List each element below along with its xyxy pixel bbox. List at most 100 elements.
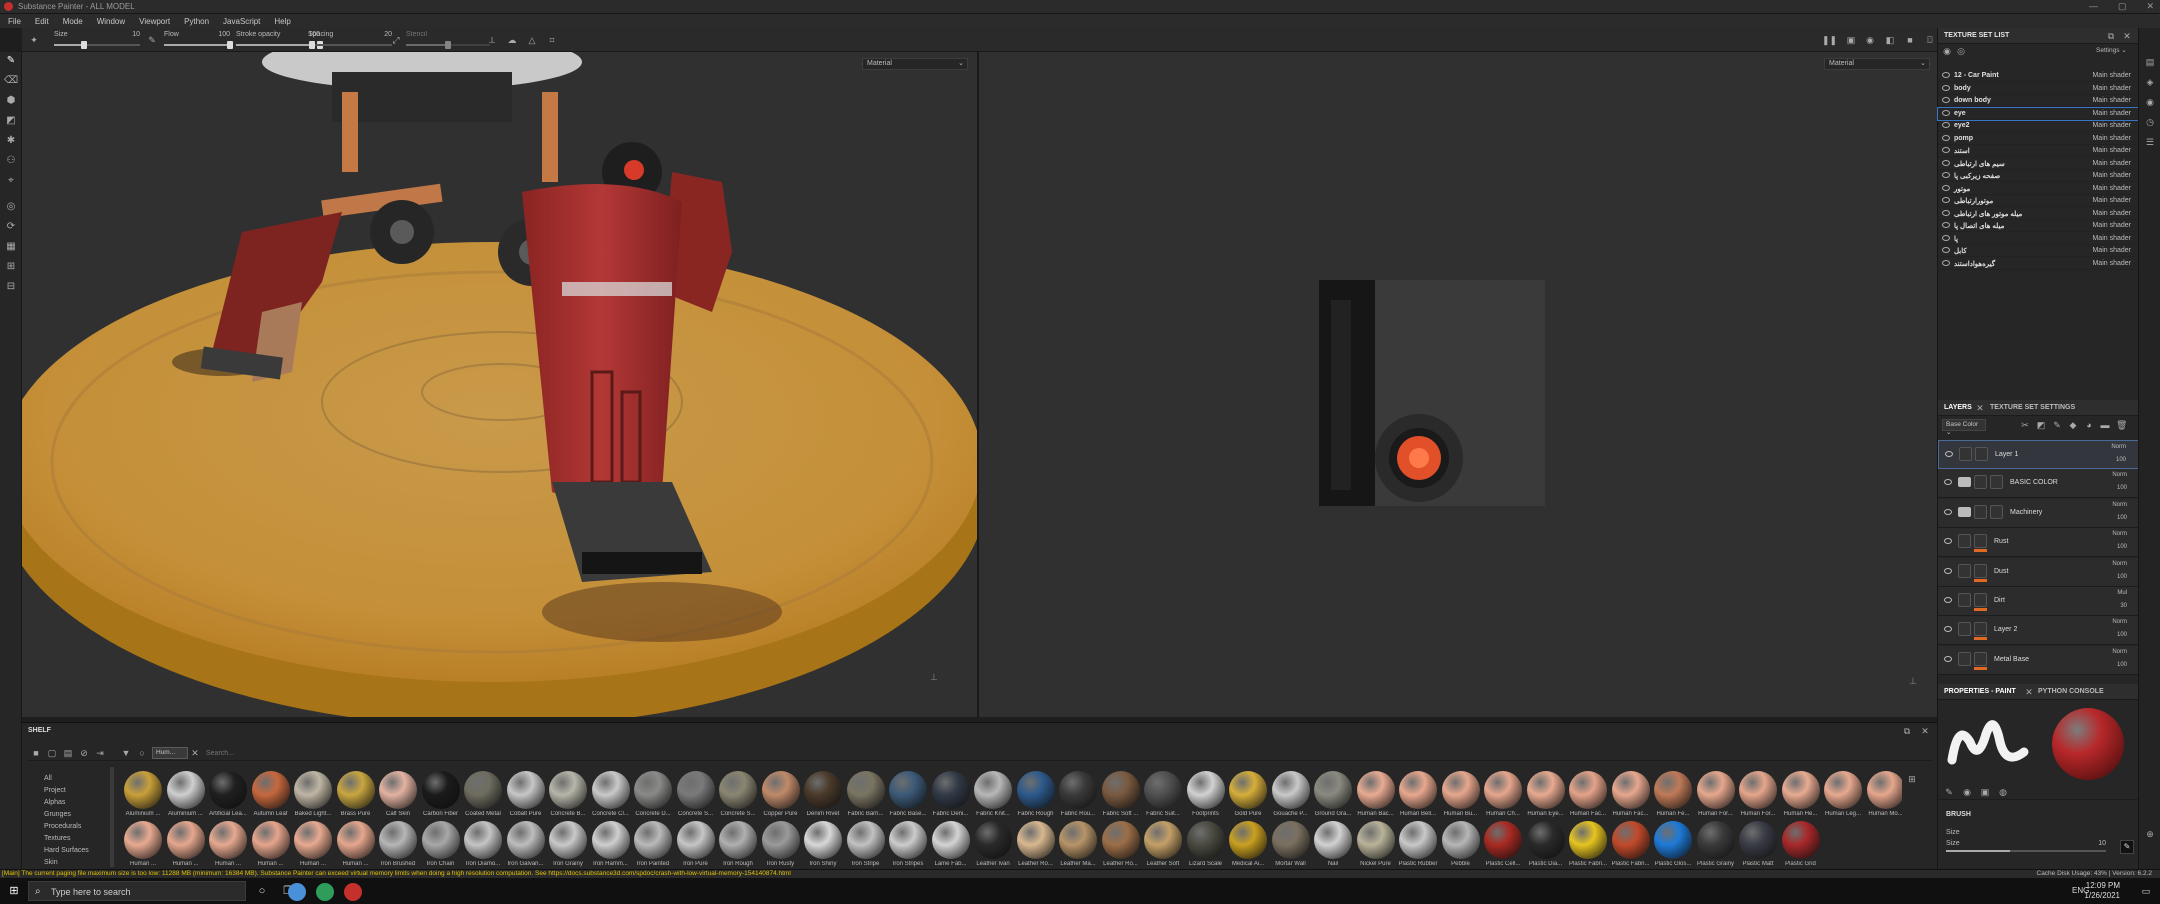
visibility-eye-icon[interactable]	[1942, 147, 1950, 153]
texture-set-row[interactable]: eye Main shader	[1937, 106, 2140, 121]
texture-set-row[interactable]: down body Main shader	[1938, 95, 2139, 107]
texture-set-row[interactable]: گیره‌هواداستند Main shader	[1938, 258, 2139, 270]
material-thumbnail[interactable]	[804, 821, 842, 859]
menu-edit[interactable]: Edit	[35, 17, 49, 26]
menu-help[interactable]: Help	[274, 17, 290, 26]
layer-opacity[interactable]: 30	[2120, 603, 2127, 609]
material-thumbnail[interactable]	[166, 771, 205, 809]
mirror-icon[interactable]: △	[526, 34, 538, 46]
material-thumbnail[interactable]	[506, 771, 545, 809]
material-thumbnail[interactable]	[294, 771, 332, 809]
layer-row[interactable]: Metal Base Norm 100	[1938, 645, 2139, 675]
material-thumbnail[interactable]	[1781, 771, 1820, 809]
material-thumbnail[interactable]	[1399, 771, 1437, 809]
material-thumbnail[interactable]	[676, 771, 715, 809]
shelf-close-icon[interactable]: ✕	[1920, 725, 1930, 737]
layer-row[interactable]: BASIC COLOR Norm 100	[1938, 469, 2139, 499]
delete-layer-icon[interactable]: 🗑	[2116, 419, 2127, 431]
layer-visibility-icon[interactable]	[1944, 567, 1952, 574]
material-thumbnail[interactable]	[1569, 821, 1607, 859]
material-thumbnail[interactable]	[1611, 821, 1650, 859]
panel-float-icon[interactable]: ⧉	[2106, 30, 2116, 42]
viewport-2d-channel-select[interactable]: Material ⌄	[1824, 58, 1930, 70]
import-icon[interactable]: ▤	[62, 747, 74, 759]
material-thumbnail[interactable]	[124, 771, 162, 809]
polygon-fill-tool-icon[interactable]: ◎	[4, 200, 18, 214]
close-window-button[interactable]: ✕	[2146, 1, 2154, 12]
geometry-mask-tool-icon[interactable]: ◩	[4, 114, 18, 128]
expand-panel-icon[interactable]: ⊕	[2144, 828, 2156, 840]
category-procedurals[interactable]: Procedurals	[34, 821, 134, 833]
add-fill-layer-icon[interactable]: ◆	[2068, 419, 2078, 431]
category-hard-surfaces[interactable]: Hard Surfaces	[34, 845, 134, 857]
texture-set-row[interactable]: کابل Main shader	[1938, 245, 2139, 257]
material-thumbnail[interactable]	[634, 821, 672, 859]
wrap-icon[interactable]: ⌗	[546, 34, 558, 46]
layer-row[interactable]: Machinery Norm 100	[1938, 498, 2139, 528]
stencil-tab-icon[interactable]: ▣	[1980, 786, 1990, 798]
material-thumbnail[interactable]	[761, 821, 800, 859]
texture-set-shader[interactable]: Main shader	[2092, 110, 2131, 117]
alpha-tab-icon[interactable]: ◍	[1998, 786, 2008, 798]
visibility-eye-icon[interactable]	[1942, 184, 1950, 191]
layer-row[interactable]: Dust Norm 100	[1938, 557, 2139, 587]
material-thumbnail[interactable]	[379, 821, 417, 859]
visibility-eye-icon[interactable]	[1942, 172, 1950, 178]
layer-blend-mode[interactable]: Norm	[2112, 649, 2127, 655]
material-thumbnail[interactable]	[336, 771, 375, 809]
material-thumbnail[interactable]	[251, 821, 290, 859]
stencil-icon[interactable]: ⤢	[390, 34, 402, 46]
material-thumbnail[interactable]	[464, 771, 502, 809]
texture-set-shader[interactable]: Main shader	[2092, 85, 2131, 92]
layer-opacity[interactable]: 100	[2117, 485, 2127, 491]
display-panel-icon[interactable]: ◉	[2144, 96, 2156, 108]
material-thumbnail[interactable]	[1866, 771, 1902, 809]
material-thumbnail[interactable]	[336, 821, 375, 859]
channel-select[interactable]: Base Color ⌄	[1942, 419, 1986, 436]
screenshot-camera-icon[interactable]: ⌼	[1924, 34, 1936, 46]
material-thumbnail[interactable]	[379, 771, 417, 809]
add-effect-icon[interactable]: ✂	[2020, 419, 2030, 431]
tab-texture-set-settings[interactable]: TEXTURE SET SETTINGS	[1990, 404, 2075, 411]
texture-set-settings-dropdown[interactable]: Settings ⌄	[2096, 46, 2132, 56]
layer-visibility-icon[interactable]	[1944, 655, 1952, 662]
layer-opacity[interactable]: 100	[2117, 515, 2127, 521]
material-thumbnail[interactable]	[1059, 821, 1097, 859]
maximize-button[interactable]: ▢	[2118, 1, 2127, 12]
texture-set-row[interactable]: استند Main shader	[1938, 145, 2139, 157]
layer-row[interactable]: Layer 1 Norm 100	[1938, 440, 2139, 469]
material-thumbnail[interactable]	[421, 821, 460, 859]
layer-opacity[interactable]: 100	[2117, 574, 2127, 580]
category-scrollbar[interactable]	[110, 767, 114, 867]
layer-blend-mode[interactable]: Norm	[2112, 472, 2127, 478]
clone-tool-icon[interactable]: ⚇	[4, 154, 18, 168]
material-thumbnail[interactable]	[846, 771, 885, 809]
texture-set-shader[interactable]: Main shader	[2092, 235, 2131, 242]
spacing-slider[interactable]: Spacing 20	[308, 29, 392, 49]
video-camera-icon[interactable]: ■	[1904, 34, 1916, 46]
texture-set-row[interactable]: موتور Main shader	[1938, 183, 2139, 195]
windows-start-icon[interactable]: ⊞	[8, 885, 20, 897]
symmetry-icon[interactable]: ⟂	[486, 34, 498, 46]
material-thumbnail[interactable]	[166, 821, 205, 859]
material-thumbnail[interactable]	[1186, 821, 1225, 859]
texture-set-shader[interactable]: Main shader	[2092, 97, 2131, 104]
viewport-3d[interactable]: Material ⌄ ⊥	[22, 52, 977, 717]
layer-row[interactable]: Rust Norm 100	[1938, 528, 2139, 558]
material-thumbnail[interactable]	[549, 771, 587, 809]
texture-set-shader[interactable]: Main shader	[2092, 72, 2131, 79]
visibility-eye-icon[interactable]	[1942, 122, 1950, 128]
material-thumbnail[interactable]	[1229, 821, 1267, 859]
texture-set-shader[interactable]: Main shader	[2092, 185, 2131, 192]
material-thumbnail[interactable]	[1484, 771, 1522, 809]
visibility-eye-icon[interactable]	[1942, 134, 1950, 141]
paint-brush-tool-icon[interactable]: ✎	[4, 54, 18, 68]
material-thumbnail[interactable]	[1526, 771, 1565, 809]
visibility-eye-icon[interactable]	[1942, 234, 1950, 241]
category-textures[interactable]: Textures	[34, 833, 134, 845]
material-thumbnail[interactable]	[676, 821, 715, 859]
material-thumbnail[interactable]	[1356, 771, 1395, 809]
texture-set-shader[interactable]: Main shader	[2092, 222, 2131, 229]
visibility-eye-icon[interactable]	[1942, 209, 1950, 216]
size-slider[interactable]: Size 10	[54, 29, 140, 49]
